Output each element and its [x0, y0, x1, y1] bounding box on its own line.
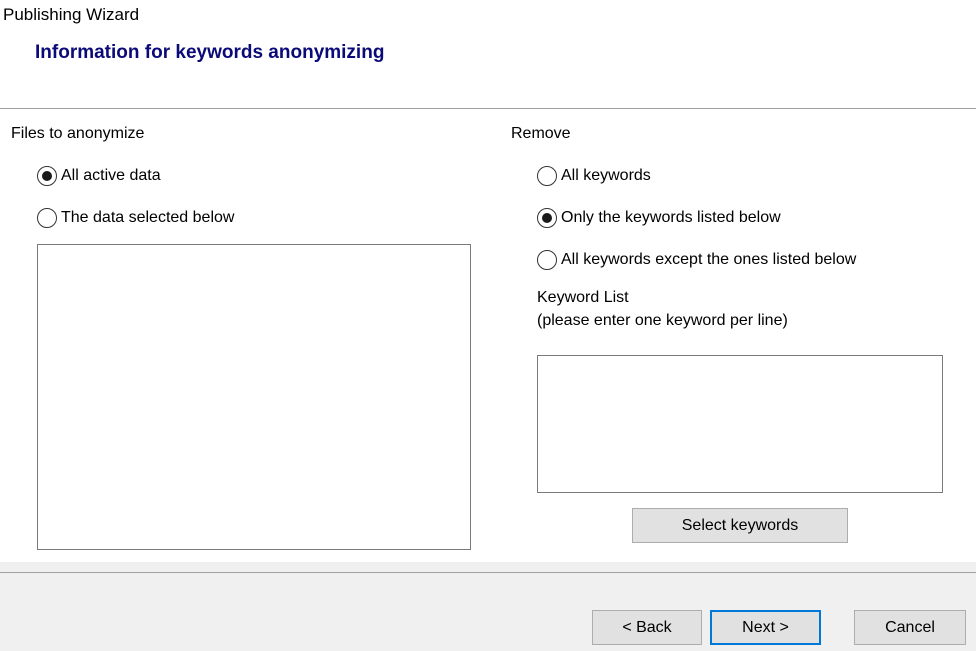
radio-only-listed-keywords[interactable]: Only the keywords listed below [537, 206, 781, 230]
radio-label: All active data [61, 167, 161, 184]
radio-label: All keywords [561, 167, 651, 184]
window-title: Publishing Wizard [3, 5, 140, 24]
radio-data-selected-below[interactable]: The data selected below [37, 206, 234, 230]
header-divider [0, 108, 976, 109]
keyword-list-textarea[interactable] [537, 355, 943, 493]
cancel-button[interactable]: Cancel [854, 610, 966, 645]
radio-button-icon [537, 166, 557, 186]
back-button[interactable]: < Back [592, 610, 702, 645]
radio-all-active-data[interactable]: All active data [37, 164, 161, 188]
radio-button-icon [37, 208, 57, 228]
page-heading: Information for keywords anonymizing [35, 42, 385, 63]
radio-button-icon [537, 250, 557, 270]
footer-divider [0, 572, 976, 573]
keyword-list-label: Keyword List [537, 289, 629, 306]
radio-selected-dot [42, 171, 52, 181]
next-button[interactable]: Next > [710, 610, 821, 645]
files-section-label: Files to anonymize [11, 125, 145, 142]
select-keywords-button[interactable]: Select keywords [632, 508, 848, 543]
radio-button-icon [37, 166, 57, 186]
radio-all-except-listed[interactable]: All keywords except the ones listed belo… [537, 248, 856, 272]
keyword-list-hint: (please enter one keyword per line) [537, 312, 788, 329]
remove-section-label: Remove [511, 125, 571, 142]
radio-label: The data selected below [61, 209, 235, 226]
radio-button-icon [537, 208, 557, 228]
footer-bar [0, 562, 976, 651]
data-selection-listbox[interactable] [37, 244, 471, 550]
radio-selected-dot [542, 213, 552, 223]
radio-label: All keywords except the ones listed belo… [561, 251, 857, 268]
radio-label: Only the keywords listed below [561, 209, 781, 226]
radio-all-keywords[interactable]: All keywords [537, 164, 651, 188]
